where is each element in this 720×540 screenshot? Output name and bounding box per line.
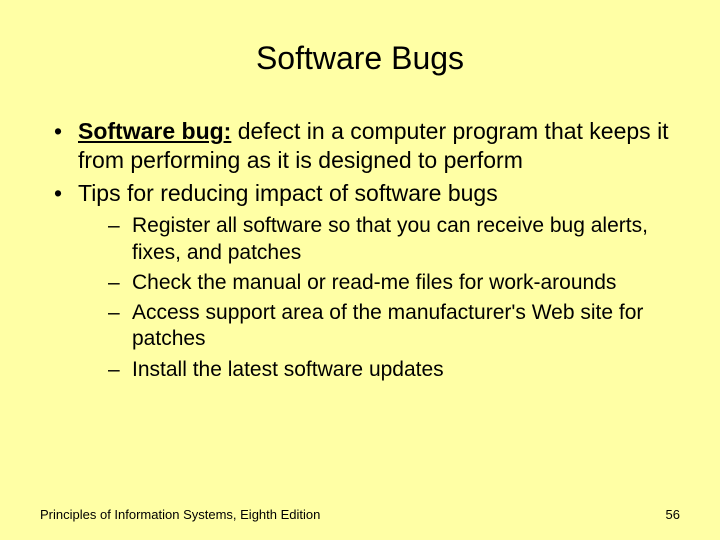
sub-bullet-4: Install the latest software updates <box>108 357 680 383</box>
sub-bullet-list: Register all software so that you can re… <box>108 213 680 383</box>
footer-page-number: 56 <box>666 507 680 522</box>
sub-bullet-2: Check the manual or read-me files for wo… <box>108 270 680 296</box>
footer-source: Principles of Information Systems, Eight… <box>40 507 320 522</box>
bullet-list: Software bug: defect in a computer progr… <box>50 117 680 383</box>
footer: Principles of Information Systems, Eight… <box>40 507 680 522</box>
sub-bullet-3: Access support area of the manufacturer'… <box>108 300 680 353</box>
slide: Software Bugs Software bug: defect in a … <box>0 0 720 540</box>
term-software-bug: Software bug: <box>78 118 231 144</box>
bullet-item-2: Tips for reducing impact of software bug… <box>50 179 680 383</box>
sub-bullet-1: Register all software so that you can re… <box>108 213 680 266</box>
slide-title: Software Bugs <box>40 40 680 77</box>
bullet-item-1: Software bug: defect in a computer progr… <box>50 117 680 175</box>
bullet-item-2-text: Tips for reducing impact of software bug… <box>78 180 498 206</box>
